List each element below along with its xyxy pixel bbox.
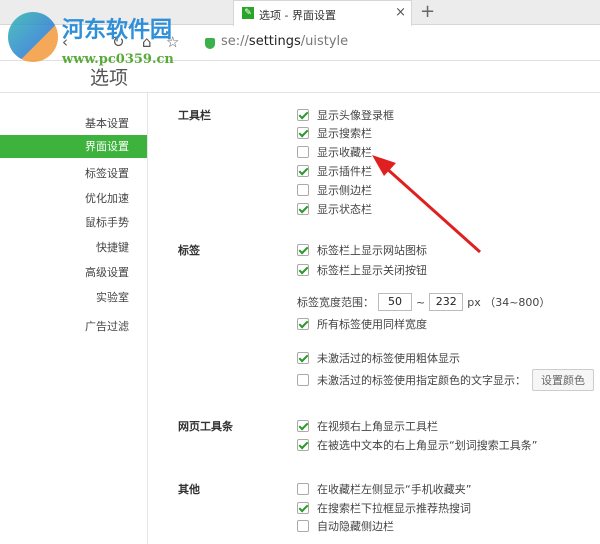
red-arrow-annotation <box>372 155 482 254</box>
